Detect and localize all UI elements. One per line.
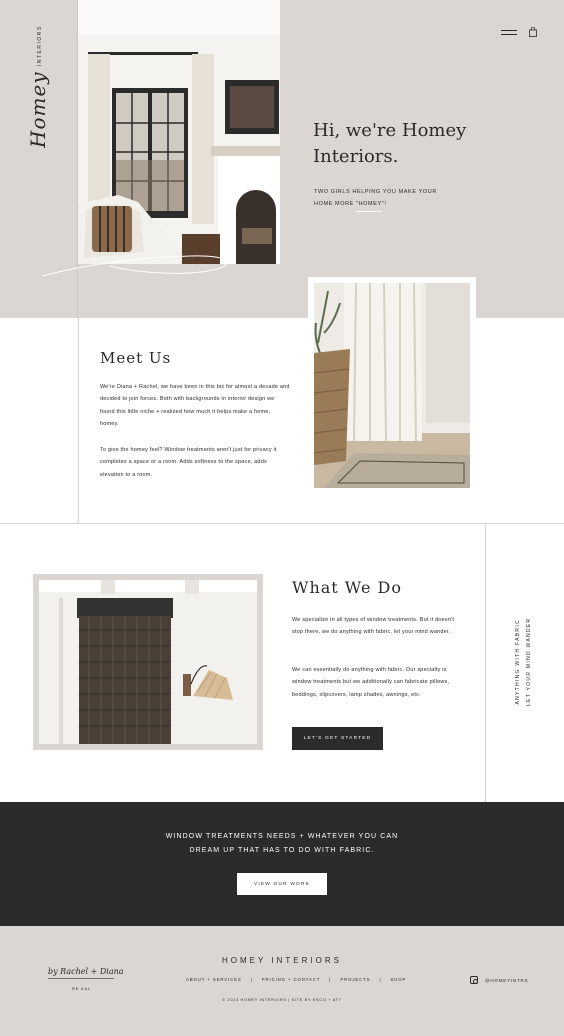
vertical-tagline: ANYTHING WITH FABRIC LET YOUR MIND WANDE… [513, 618, 535, 706]
footer-link-projects[interactable]: PROJECTS [340, 977, 370, 982]
what-we-do-photo-frame [33, 574, 263, 750]
roman-shade-photo [39, 580, 257, 744]
footer-signature-line [48, 978, 114, 979]
footer-separator: | [250, 977, 253, 982]
footer-link-shop[interactable]: SHOP [390, 977, 406, 982]
footer-link-about[interactable]: ABOUT + SERVICES [186, 977, 242, 982]
meet-us-divider [78, 318, 79, 524]
signature-swoosh-decoration [41, 255, 228, 277]
brand-logo-tag: INTERIORS [37, 25, 43, 66]
view-our-work-button[interactable]: VIEW OUR WORK [237, 873, 327, 895]
shopping-bag-icon[interactable] [529, 27, 537, 37]
what-we-do-divider [485, 524, 486, 802]
instagram-handle[interactable]: @HOMEYINTRS [485, 978, 528, 983]
what-we-do-paragraph-1: We specialize in all types of window tre… [292, 617, 455, 636]
hero-subtitle: TWO GIRLS HELPING YOU MAKE YOUR HOME MOR… [314, 186, 504, 210]
cta-band [0, 802, 564, 926]
hero-title-line1: Hi, we're Homey [313, 120, 467, 141]
cta-band-line2: DREAM UP THAT HAS TO DO WITH FABRIC. [189, 846, 375, 854]
hero-title: Hi, we're Homey Interiors. [313, 118, 513, 170]
meet-us-title: Meet Us [100, 349, 172, 367]
instagram-icon[interactable] [470, 976, 478, 984]
meet-us-photo-frame [308, 277, 476, 494]
footer-brand[interactable]: HOMEY INTERIORS [0, 956, 564, 965]
footer-nav: ABOUT + SERVICES | PRICING + CONTACT | P… [186, 977, 406, 982]
what-we-do-title: What We Do [292, 578, 402, 597]
hero-living-room-photo [78, 0, 280, 264]
curtain-basket-photo [314, 283, 470, 488]
hero-title-line2: Interiors. [313, 146, 399, 167]
footer-link-pricing[interactable]: PRICING + CONTACT [262, 977, 321, 982]
footer-signature-small: RE KAL [72, 986, 92, 991]
footer-separator: | [329, 977, 332, 982]
footer-copyright: © 2023 HOMEY INTERIORS | SITE BY ESCO + … [222, 998, 342, 1002]
cta-band-line1: WINDOW TREATMENTS NEEDS + WHATEVER YOU C… [165, 833, 399, 840]
brand-logo-script[interactable]: Homey [26, 71, 50, 148]
hero-subtitle-line1: TWO GIRLS HELPING YOU MAKE YOUR [314, 189, 437, 195]
meet-us-paragraph-1: We're Diana + Rachel, we have been in th… [100, 384, 290, 428]
footer-signature: by Rachel + Diana [48, 967, 124, 976]
vertical-tagline-line1: ANYTHING WITH FABRIC [515, 619, 521, 705]
what-we-do-paragraph-2: We can essentially do anything with fabr… [292, 667, 450, 698]
meet-us-paragraph-2: To give the homey feel? Window treatment… [100, 447, 277, 478]
cta-band-text: WINDOW TREATMENTS NEEDS + WHATEVER YOU C… [0, 830, 564, 857]
hero-subtitle-line2: HOME MORE "HOMEY"! [314, 201, 387, 207]
vertical-tagline-line2: LET YOUR MIND WANDER [526, 617, 532, 706]
lets-get-started-button[interactable]: LET'S GET STARTED [292, 727, 383, 750]
hamburger-icon[interactable] [501, 30, 517, 38]
footer-separator: | [379, 977, 382, 982]
hero-subtitle-underline [356, 211, 382, 212]
